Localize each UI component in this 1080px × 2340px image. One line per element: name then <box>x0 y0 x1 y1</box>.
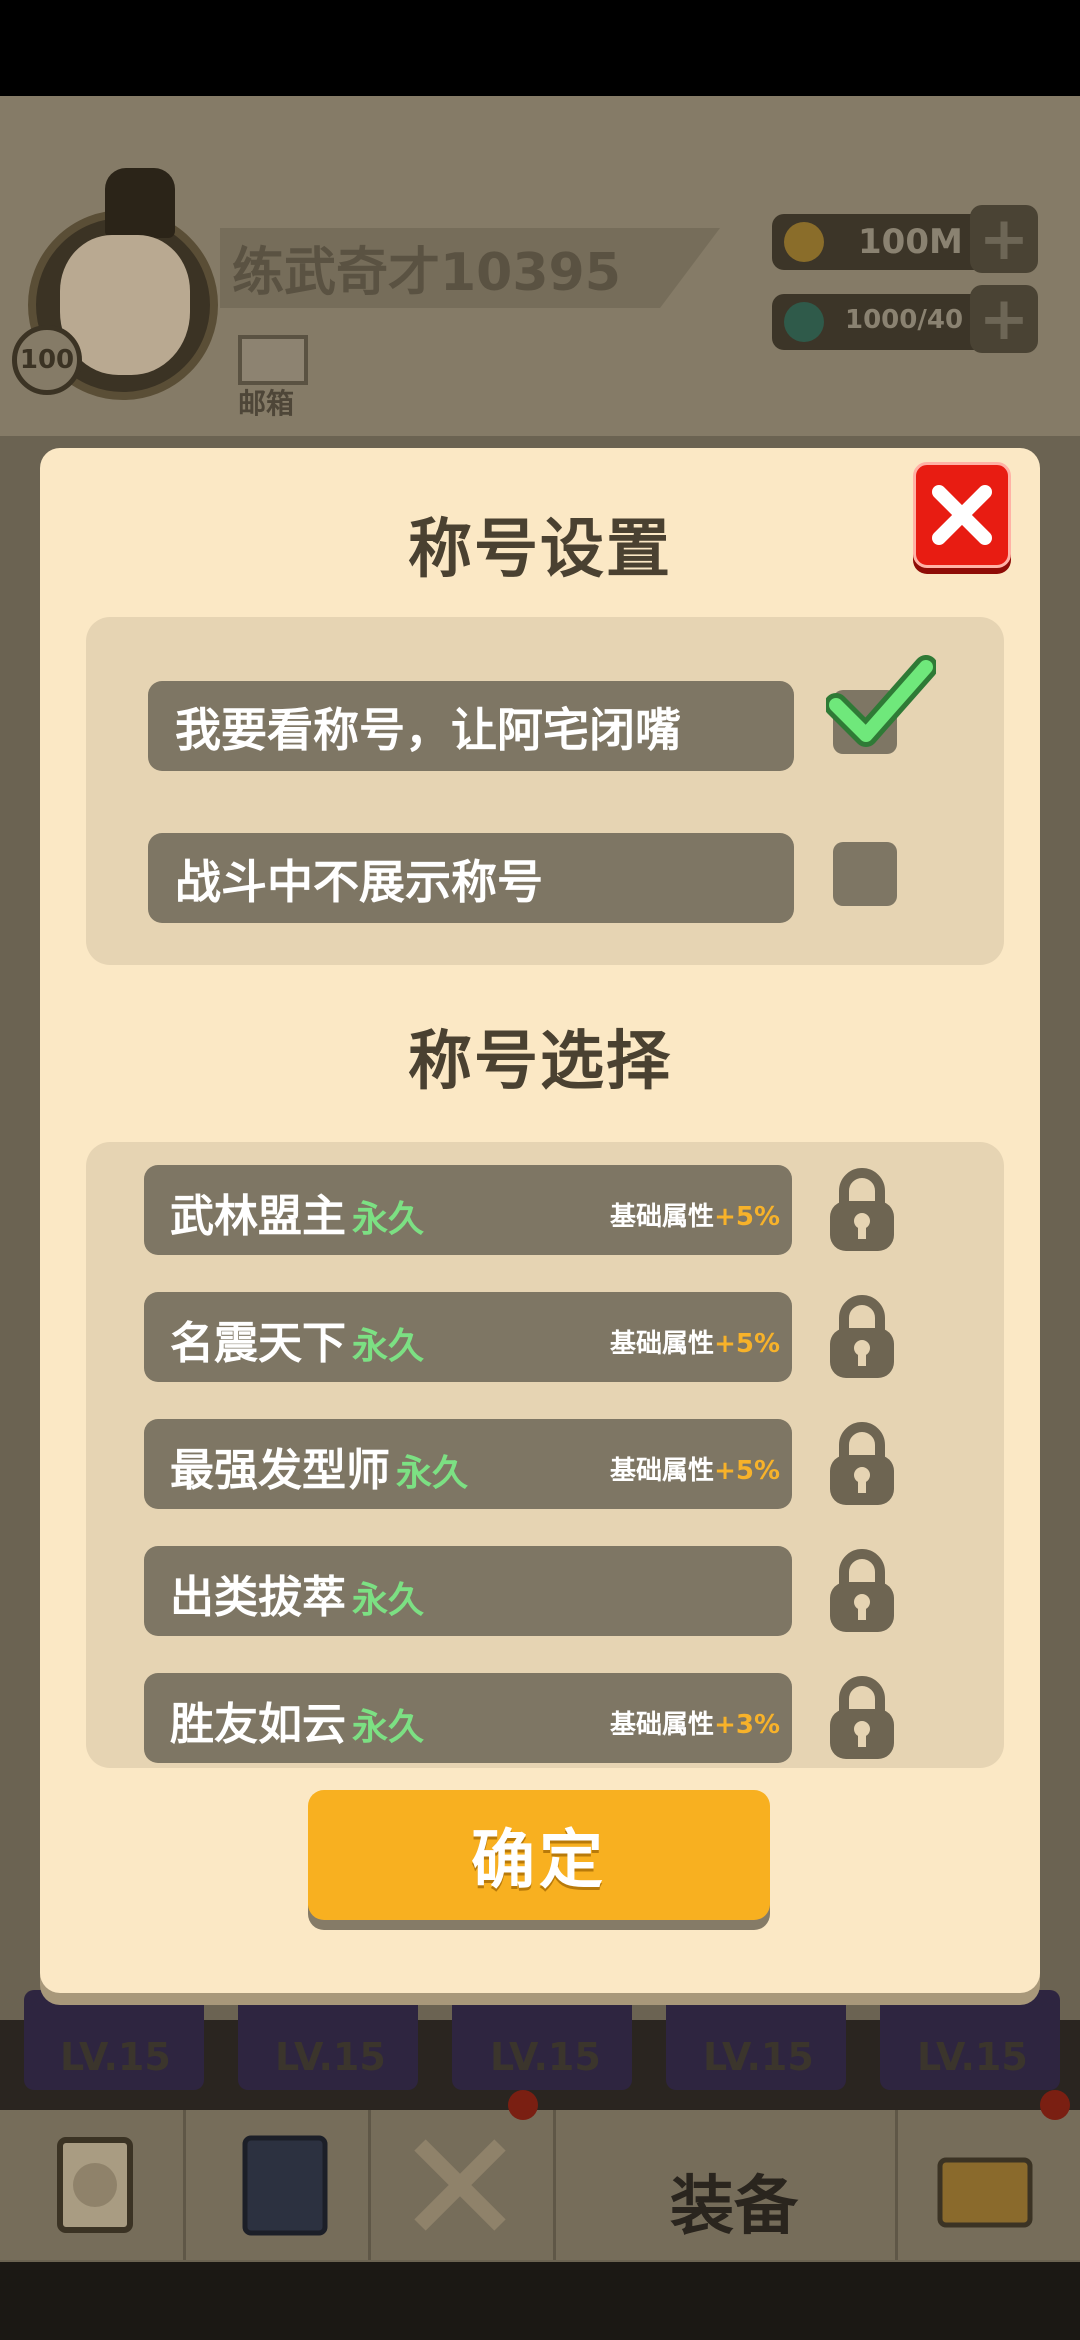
hide-in-battle-checkbox[interactable] <box>833 842 897 906</box>
title-attribute: 基础属性+5% <box>610 1202 780 1232</box>
collect-shop-icon[interactable] <box>930 2130 1040 2240</box>
title-name: 出类拔萃 永久 <box>170 1572 425 1623</box>
lock-icon <box>830 1295 894 1378</box>
gem-value: 1000/40 <box>845 305 964 335</box>
nav-divider <box>553 2110 556 2260</box>
checkmark-icon <box>826 655 936 747</box>
title-select-heading: 称号选择 <box>408 1025 672 1099</box>
title-duration: 永久 <box>352 1580 425 1621</box>
crossed-swords-icon[interactable] <box>405 2130 515 2240</box>
add-coin-button[interactable]: + <box>970 205 1038 273</box>
setting-option-label: 我要看称号，让阿宅闭嘴 <box>175 703 681 757</box>
nav-divider <box>368 2110 371 2260</box>
setting-option-label: 战斗中不展示称号 <box>175 855 543 909</box>
title-attribute: 基础属性+5% <box>610 1456 780 1486</box>
title-name: 名震天下 永久 <box>170 1318 425 1369</box>
add-gem-button[interactable]: + <box>970 285 1038 353</box>
title-duration: 永久 <box>396 1453 469 1494</box>
title-name: 最强发型师 永久 <box>170 1445 469 1496</box>
coin-icon <box>784 222 824 262</box>
player-name: 练武奇才10395 <box>232 243 621 303</box>
lock-icon <box>830 1168 894 1251</box>
coin-value: 100M <box>858 222 963 262</box>
training-book-icon[interactable] <box>230 2130 340 2240</box>
lock-icon <box>830 1676 894 1759</box>
mail-label: 邮箱 <box>238 387 295 420</box>
card-level: LV.15 <box>60 2035 171 2079</box>
title-attribute: 基础属性+5% <box>610 1329 780 1359</box>
system-nav-bar <box>0 2262 1080 2340</box>
mail-icon[interactable] <box>238 335 308 385</box>
avatar-hair <box>105 168 175 238</box>
bottom-nav <box>0 2110 1080 2260</box>
card-level: LV.15 <box>275 2035 386 2079</box>
gem-icon <box>784 302 824 342</box>
lock-icon <box>830 1549 894 1632</box>
modal-title: 称号设置 <box>408 513 672 587</box>
notification-dot <box>1040 2090 1070 2120</box>
lock-icon <box>830 1422 894 1505</box>
title-name: 武林盟主 永久 <box>170 1191 425 1242</box>
card-level: LV.15 <box>490 2035 601 2079</box>
level-badge: 100 <box>12 325 82 395</box>
nav-equip-label[interactable]: 装备 <box>670 2155 798 2247</box>
nav-divider <box>895 2110 898 2260</box>
confirm-button[interactable]: 确定 <box>308 1790 770 1920</box>
title-duration: 永久 <box>352 1326 425 1367</box>
title-attribute: 基础属性+3% <box>610 1710 780 1740</box>
notification-dot <box>508 2090 538 2120</box>
card-level: LV.15 <box>917 2035 1028 2079</box>
card-level: LV.15 <box>703 2035 814 2079</box>
title-duration: 永久 <box>352 1707 425 1748</box>
nav-divider <box>183 2110 186 2260</box>
status-bar <box>0 0 1080 96</box>
title-name: 胜友如云 永久 <box>170 1699 425 1750</box>
quest-scroll-icon[interactable] <box>40 2130 150 2240</box>
title-duration: 永久 <box>352 1199 425 1240</box>
